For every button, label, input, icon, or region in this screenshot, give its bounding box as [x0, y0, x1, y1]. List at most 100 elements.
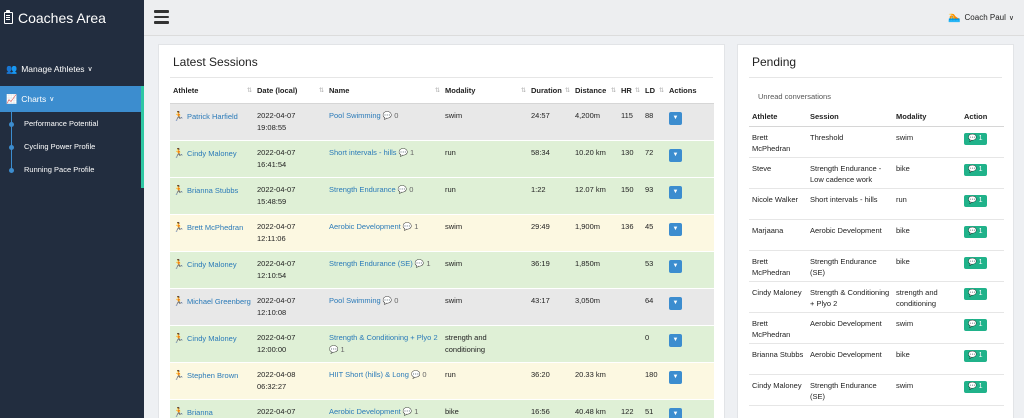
- session-date: 2022-04-07: [257, 110, 296, 120]
- message-count: 1: [978, 196, 983, 204]
- sort-icon[interactable]: ⇅: [565, 87, 570, 94]
- comments-icon: 💬: [968, 258, 979, 266]
- sort-icon[interactable]: ⇅: [247, 87, 252, 94]
- actions-dropdown-button[interactable]: ▼: [669, 296, 682, 310]
- message-count: 1: [978, 227, 983, 235]
- column-header[interactable]: Duration ⇅: [528, 78, 572, 104]
- cell-modality: swim: [893, 312, 961, 344]
- sort-icon[interactable]: ⇅: [611, 87, 616, 94]
- subnav-item-performance-potential[interactable]: Performance Potential: [9, 112, 144, 135]
- session-name-link[interactable]: Aerobic Development: [329, 407, 401, 416]
- athlete-link[interactable]: Patrick Harfield: [187, 112, 238, 121]
- sort-icon[interactable]: ⇅: [521, 87, 526, 94]
- open-conversation-button[interactable]: 💬 1: [964, 132, 987, 145]
- table-row: Steve Strength Endurance - Low cadence wo…: [749, 157, 1004, 189]
- athlete-link[interactable]: Brianna: [187, 408, 213, 417]
- subnav-item-cycling-power-profile[interactable]: Cycling Power Profile: [9, 135, 144, 158]
- sidebar-item-manage-athletes[interactable]: 👥 Manage Athletes ∨: [0, 56, 144, 82]
- athlete-link[interactable]: Brianna Stubbs: [187, 186, 238, 195]
- table-row: Marjaana Aerobic Development bike 💬 1: [749, 219, 1004, 251]
- cell-athlete: Brett McPhedran: [749, 312, 807, 344]
- table-row: 🏃 Brianna Stubbs 2022-04-07 15:48:59 Strengt…: [170, 177, 714, 215]
- actions-dropdown-button[interactable]: ▼: [669, 185, 682, 199]
- session-name-link[interactable]: Strength Endurance (SE): [329, 259, 413, 268]
- topbar: 🏊 Coach Paul ∨: [144, 0, 1024, 36]
- open-conversation-button[interactable]: 💬 1: [964, 225, 987, 238]
- cell-athlete: Brett McPhedran: [749, 126, 807, 158]
- athlete-link[interactable]: Brett McPhedran: [187, 223, 243, 232]
- comments-icon: 💬: [400, 406, 415, 416]
- actions-dropdown-button[interactable]: ▼: [669, 148, 682, 162]
- cell-session: Aerobic Development: [807, 343, 893, 375]
- user-menu[interactable]: 🏊 Coach Paul ∨: [948, 12, 1014, 23]
- cell-duration: 24:57: [528, 103, 572, 141]
- open-conversation-button[interactable]: 💬 1: [964, 194, 987, 207]
- athlete-link[interactable]: Cindy Maloney: [187, 334, 237, 343]
- comments-count: 💬 0: [381, 296, 399, 305]
- column-header[interactable]: LD ⇅: [642, 78, 666, 104]
- open-conversation-button[interactable]: 💬 1: [964, 256, 987, 269]
- session-time: 16:41:54: [257, 159, 287, 169]
- cell-hr: [618, 325, 642, 363]
- session-name-link[interactable]: Aerobic Development: [329, 222, 401, 231]
- cell-ld: 180: [642, 362, 666, 400]
- message-count: 1: [978, 289, 983, 297]
- menu-toggle-icon[interactable]: [154, 10, 169, 24]
- column-header: Action: [961, 107, 1004, 127]
- users-icon: 👥: [6, 63, 18, 74]
- panel-title: Latest Sessions: [173, 55, 258, 69]
- actions-dropdown-button[interactable]: ▼: [669, 222, 682, 236]
- message-count: 1: [978, 134, 983, 142]
- column-header[interactable]: Modality ⇅: [442, 78, 528, 104]
- sort-icon[interactable]: ⇅: [635, 87, 640, 94]
- session-name-link[interactable]: Short intervals - hills: [329, 148, 397, 157]
- active-indicator: [141, 87, 144, 188]
- actions-dropdown-button[interactable]: ▼: [669, 111, 682, 125]
- athlete-link[interactable]: Cindy Maloney: [187, 260, 237, 269]
- cell-distance: 12.07 km: [572, 177, 618, 215]
- cell-modality: swim: [442, 103, 528, 141]
- column-header[interactable]: HR ⇅: [618, 78, 642, 104]
- column-header[interactable]: Name ⇅: [326, 78, 442, 104]
- athlete-avatar-icon: 🏊: [948, 12, 961, 23]
- athlete-link[interactable]: Michael Greenberg: [187, 297, 251, 306]
- actions-dropdown-button[interactable]: ▼: [669, 333, 682, 347]
- brand[interactable]: Coaches Area: [0, 0, 144, 36]
- sidebar-item-charts[interactable]: 📈 Charts ∨: [0, 86, 144, 112]
- cell-modality: swim: [893, 374, 961, 406]
- column-header[interactable]: Actions: [666, 78, 714, 104]
- actions-dropdown-button[interactable]: ▼: [669, 407, 682, 418]
- sort-icon[interactable]: ⇅: [659, 87, 664, 94]
- cell-modality: bike: [893, 219, 961, 251]
- athlete-link[interactable]: Cindy Maloney: [187, 149, 237, 158]
- actions-dropdown-button[interactable]: ▼: [669, 370, 682, 384]
- cell-ld: 53: [642, 251, 666, 289]
- actions-dropdown-button[interactable]: ▼: [669, 259, 682, 273]
- latest-sessions-panel: Latest Sessions Athlete ⇅ Date (local) ⇅ Nam…: [158, 44, 725, 418]
- session-name-link[interactable]: Strength Endurance: [329, 185, 396, 194]
- open-conversation-button[interactable]: 💬 1: [964, 380, 987, 393]
- session-name-link[interactable]: HIIT Short (hills) & Long: [329, 370, 409, 379]
- session-time: 12:11:06: [257, 233, 286, 243]
- cell-hr: 130: [618, 140, 642, 178]
- open-conversation-button[interactable]: 💬 1: [964, 349, 987, 362]
- session-name-link[interactable]: Pool Swimming: [329, 111, 381, 120]
- subnav-item-running-pace-profile[interactable]: Running Pace Profile: [9, 158, 144, 181]
- column-header[interactable]: Distance ⇅: [572, 78, 618, 104]
- column-header[interactable]: Athlete ⇅: [170, 78, 254, 104]
- open-conversation-button[interactable]: 💬 1: [964, 318, 987, 331]
- session-name-link[interactable]: Pool Swimming: [329, 296, 381, 305]
- cell-ld: 64: [642, 288, 666, 326]
- comments-value: 1: [414, 221, 419, 231]
- comments-value: 1: [414, 406, 419, 416]
- open-conversation-button[interactable]: 💬 1: [964, 287, 987, 300]
- column-header[interactable]: Date (local) ⇅: [254, 78, 326, 104]
- sort-icon[interactable]: ⇅: [319, 87, 324, 94]
- cell-ld: 45: [642, 214, 666, 252]
- cell-session: Strength Endurance - Low cadence work: [807, 157, 893, 189]
- session-name-link[interactable]: Strength & Conditioning + Plyo 2: [329, 333, 438, 342]
- sort-icon[interactable]: ⇅: [435, 87, 440, 94]
- open-conversation-button[interactable]: 💬 1: [964, 163, 987, 176]
- session-date: 2022-04-07: [257, 184, 296, 194]
- athlete-link[interactable]: Stephen Brown: [187, 371, 238, 380]
